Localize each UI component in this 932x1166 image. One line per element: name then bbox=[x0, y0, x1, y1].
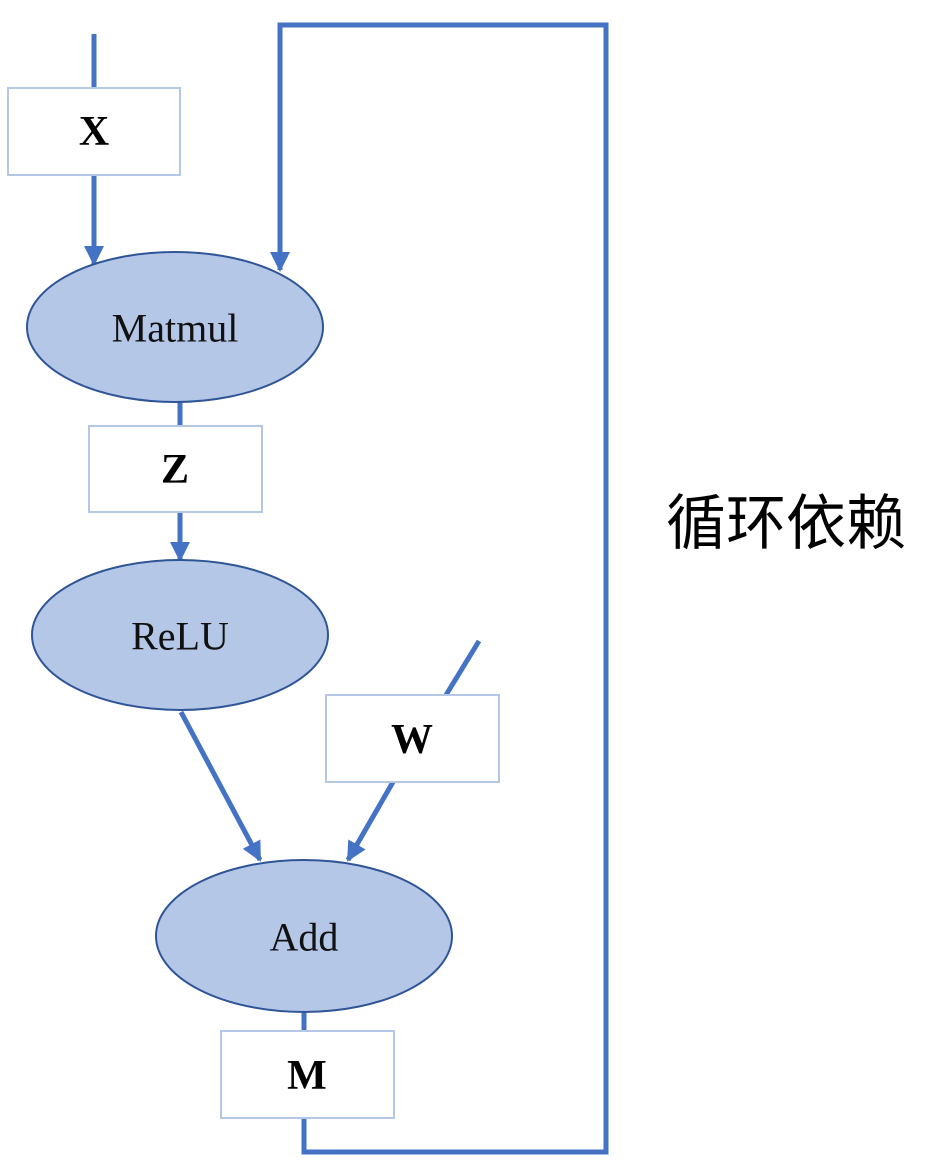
computation-graph: Matmul ReLU Add X Z W M bbox=[7, 22, 609, 1155]
edge-relu-to-add bbox=[178, 710, 263, 862]
tensor-x-label: X bbox=[79, 109, 109, 155]
tensor-x: X bbox=[7, 87, 181, 176]
node-matmul: Matmul bbox=[26, 251, 324, 403]
tensor-z: Z bbox=[88, 425, 263, 513]
matmul-label: Matmul bbox=[112, 306, 239, 351]
relu-label: ReLU bbox=[131, 614, 229, 659]
tensor-m: M bbox=[220, 1030, 395, 1119]
add-label: Add bbox=[270, 915, 339, 960]
edge-w-to-add bbox=[345, 780, 396, 862]
tensor-w: W bbox=[325, 694, 500, 783]
tensor-z-label: Z bbox=[161, 447, 189, 493]
node-relu: ReLU bbox=[31, 559, 329, 711]
edge-input-to-w bbox=[443, 639, 482, 697]
circular-dependency-annotation: 循环依赖 bbox=[666, 489, 906, 559]
node-add: Add bbox=[155, 859, 453, 1013]
tensor-m-label: M bbox=[287, 1053, 327, 1099]
tensor-w-label: W bbox=[391, 717, 433, 763]
